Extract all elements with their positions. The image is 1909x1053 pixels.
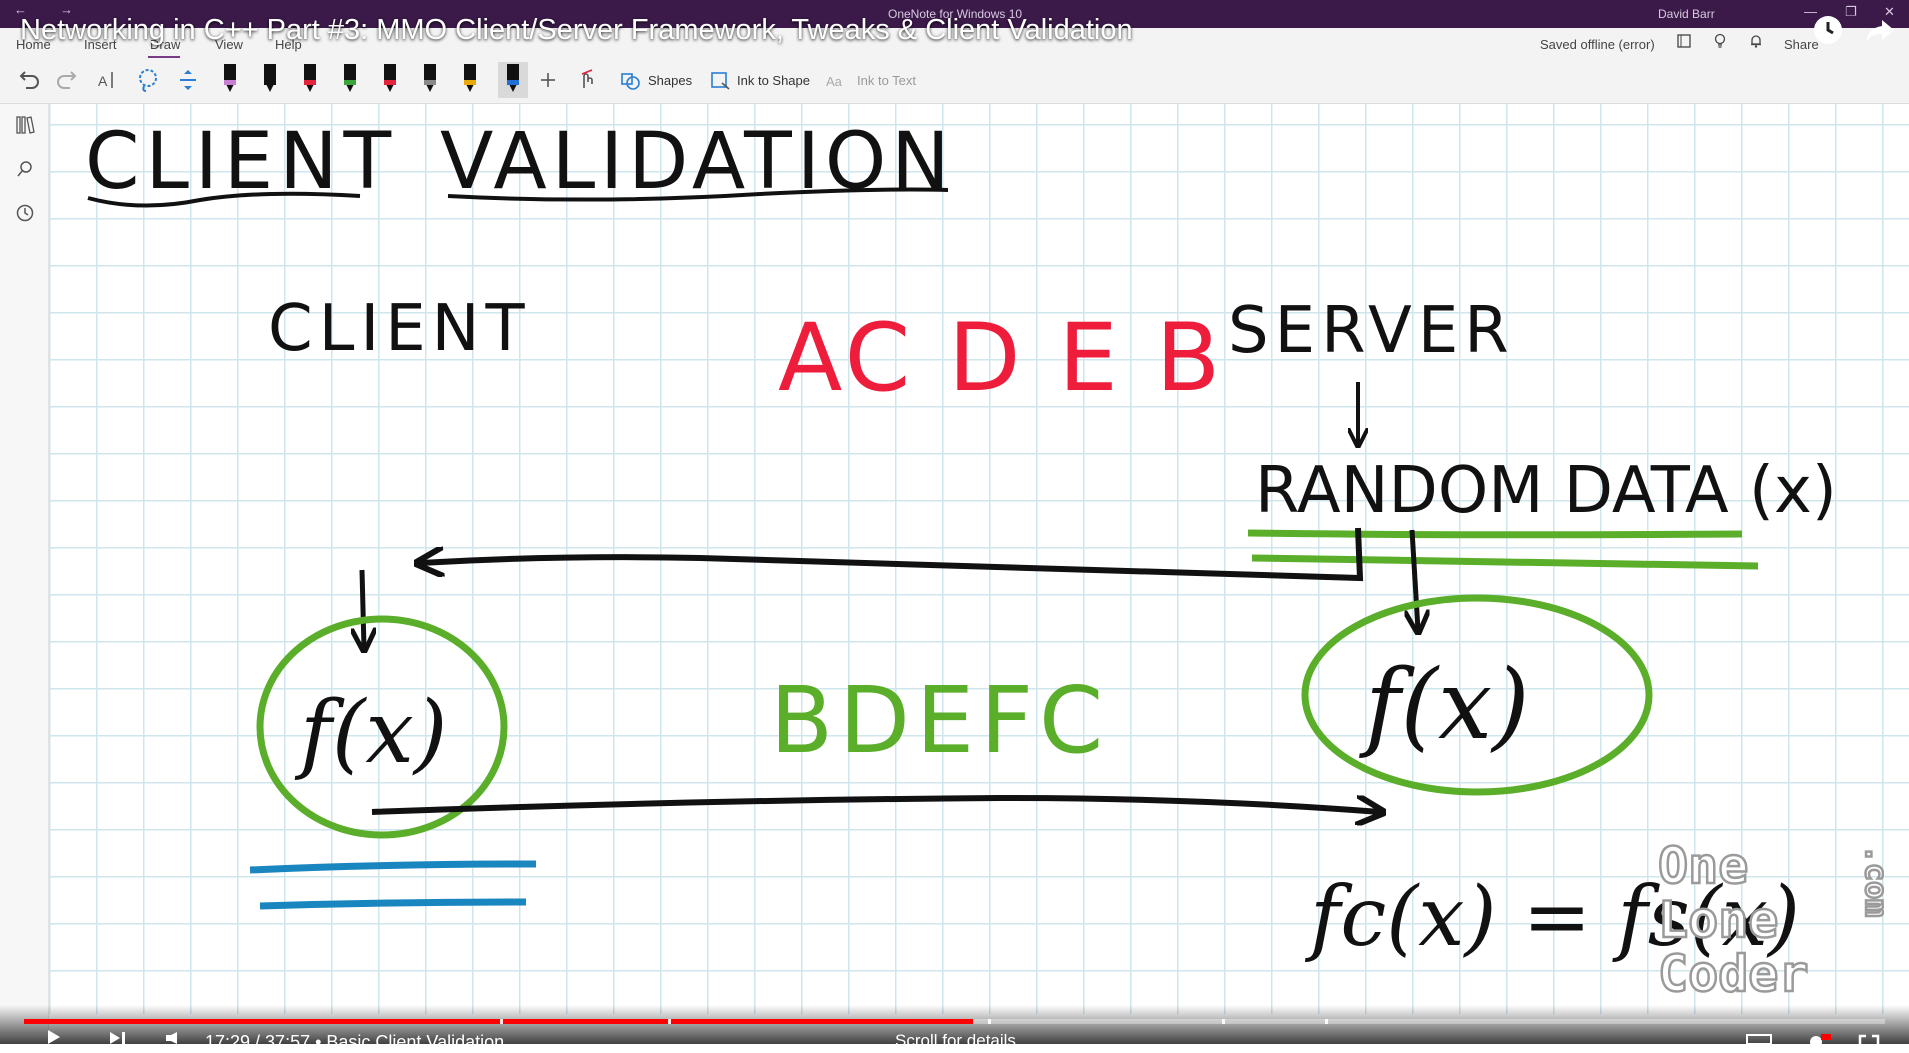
watermark-coder: Coder	[1658, 945, 1809, 1003]
share-video-icon[interactable]	[1862, 12, 1898, 48]
settings-hd-icon[interactable]	[1806, 1034, 1832, 1044]
chapter-marker	[668, 1019, 671, 1024]
random-data-underline-1	[1247, 529, 1743, 539]
arrow-to-server	[371, 794, 1380, 812]
watermark-lone: Lone	[1658, 891, 1778, 949]
label-server: SERVER	[1228, 294, 1515, 368]
red-sequence: AC D E B	[778, 304, 1224, 413]
volume-icon[interactable]	[166, 1032, 186, 1044]
chapter-marker	[988, 1019, 991, 1024]
watermark-suffix: .com	[1858, 845, 1884, 917]
play-icon[interactable]	[44, 1030, 64, 1044]
scroll-hint[interactable]: Scroll for details	[895, 1031, 1016, 1051]
ink-drawing: CLIENT VALIDATION CLIENT SERVER AC D E B…	[85, 117, 1837, 965]
chapter-marker	[1325, 1019, 1328, 1024]
chapter-marker	[500, 1019, 503, 1024]
heading-validation: VALIDATION	[440, 117, 955, 207]
random-data-label: RANDOM DATA (x)	[1255, 454, 1837, 528]
time-display: 17:29 / 37:57 • Basic Client Validation	[205, 1032, 505, 1052]
subtitles-icon[interactable]	[1746, 1034, 1772, 1044]
client-underline-1	[249, 860, 537, 874]
arrow-to-client	[420, 527, 1364, 582]
fullscreen-icon[interactable]	[1858, 1034, 1880, 1044]
arrow-to-client-func	[362, 569, 364, 648]
green-sequence: BDEFC	[770, 667, 1109, 774]
arrow-to-server-func	[1412, 529, 1418, 630]
random-data-underline-2	[1251, 554, 1759, 570]
watch-later-icon[interactable]	[1810, 12, 1846, 48]
onelonecoder-watermark: One Lone Coder .com	[1657, 836, 1884, 1005]
watermark-one: One	[1658, 837, 1748, 895]
client-underline-2	[259, 898, 527, 910]
next-icon[interactable]	[108, 1032, 128, 1044]
client-func: f(x)	[294, 683, 447, 783]
chapter-marker	[1222, 1019, 1225, 1024]
progress-played	[24, 1019, 973, 1024]
video-title[interactable]: Networking in C++ Part #3: MMO Client/Se…	[20, 14, 1133, 47]
server-func: f(x)	[1359, 649, 1530, 761]
label-client: CLIENT	[268, 292, 531, 366]
